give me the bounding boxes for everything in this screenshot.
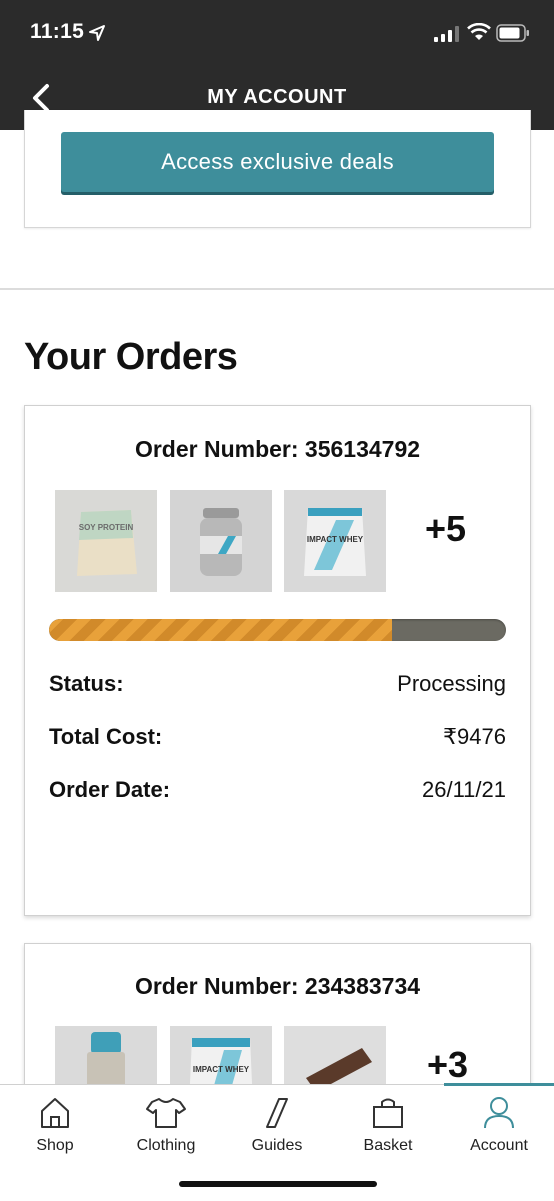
svg-text:IMPACT WHEY: IMPACT WHEY [307, 535, 364, 544]
svg-text:SOY PROTEIN: SOY PROTEIN [79, 523, 134, 532]
tab-label: Clothing [136, 1137, 196, 1154]
tab-label: Shop [36, 1137, 74, 1154]
orders-heading: Your Orders [24, 336, 238, 378]
impact-whey-pouch-icon: IMPACT WHEY [304, 508, 366, 576]
status-bar: 11:15 [0, 0, 554, 66]
product-thumbnail: SOY PROTEIN [55, 490, 157, 592]
tab-shop[interactable]: Shop [0, 1085, 110, 1175]
tab-account[interactable]: Account [444, 1083, 554, 1175]
active-tab-indicator [444, 1083, 554, 1086]
tab-label: Account [470, 1137, 528, 1154]
person-icon [484, 1097, 514, 1129]
order-progress-bar [49, 619, 506, 641]
product-thumbnail [170, 490, 272, 592]
section-divider [0, 288, 554, 290]
tab-clothing[interactable]: Clothing [111, 1085, 221, 1175]
battery-icon [496, 24, 529, 42]
tab-label: Basket [363, 1137, 413, 1154]
wifi-icon [467, 23, 491, 40]
access-deals-button[interactable]: Access exclusive deals [61, 132, 494, 192]
status-label: Status: [49, 671, 124, 696]
total-cost-label: Total Cost: [49, 724, 163, 749]
product-thumbnail: IMPACT WHEY [284, 490, 386, 592]
svg-text:IMPACT WHEY: IMPACT WHEY [193, 1065, 250, 1074]
order-date-label: Order Date: [49, 777, 171, 802]
tab-basket[interactable]: Basket [333, 1085, 443, 1175]
capsule-tub-icon [200, 508, 242, 576]
order-number: Order Number: 356134792 [134, 436, 421, 462]
guides-icon [266, 1098, 288, 1128]
home-icon [41, 1098, 69, 1128]
order-card[interactable]: Order Number: 356134792 SOY PROTEIN IMPA… [24, 405, 531, 916]
extra-items-count: +3 [427, 1044, 469, 1085]
bag-icon [373, 1098, 403, 1128]
tab-guides[interactable]: Guides [222, 1085, 332, 1175]
signal-icon [434, 26, 459, 42]
extra-items-count: +5 [425, 508, 467, 549]
order-date-value: 26/11/21 [421, 777, 506, 802]
status-value: Processing [397, 671, 506, 696]
page-title: MY ACCOUNT [207, 86, 347, 108]
home-indicator [179, 1181, 377, 1187]
status-time: 11:15 [30, 20, 85, 43]
soy-protein-pouch-icon: SOY PROTEIN [77, 510, 137, 576]
tshirt-icon [146, 1098, 186, 1128]
order-number: Order Number: 234383734 [134, 973, 421, 999]
location-arrow-icon [89, 25, 105, 41]
order-progress-fill [49, 619, 392, 641]
total-cost-value: ₹9476 [443, 724, 506, 749]
tab-label: Guides [251, 1137, 303, 1154]
